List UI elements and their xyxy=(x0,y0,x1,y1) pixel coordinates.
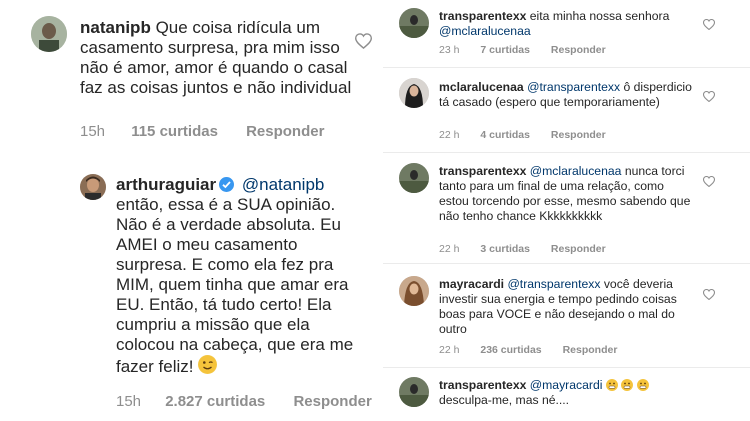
reply-button[interactable]: Responder xyxy=(563,344,618,356)
heart-icon xyxy=(703,176,715,187)
comment-time: 22 h xyxy=(439,129,460,141)
avatar-natanipb[interactable] xyxy=(31,16,67,52)
comment-meta: 22 h 4 curtidas Responder xyxy=(439,129,606,141)
heart-icon xyxy=(703,19,715,30)
heart-icon xyxy=(703,91,715,102)
avatar-arthuraguiar[interactable] xyxy=(80,174,106,200)
like-heart-button[interactable] xyxy=(703,289,715,300)
reply-button[interactable]: Responder xyxy=(551,129,606,141)
likes-count[interactable]: 4 curtidas xyxy=(480,129,530,141)
mention-link[interactable]: @mclaralucenaa xyxy=(439,24,531,38)
verified-badge-icon xyxy=(219,177,235,192)
mention-link[interactable]: @natanipb xyxy=(242,175,325,194)
reply-button[interactable]: Responder xyxy=(293,393,371,410)
comment-meta: 22 h 236 curtidas Responder xyxy=(439,344,617,356)
avatar-transparentexx[interactable] xyxy=(399,163,429,193)
comment-text: eita minha nossa senhora xyxy=(529,9,670,23)
comment-body: transparentexx @mayracardi desculpa-me, … xyxy=(439,378,694,408)
mention-link[interactable]: @transparentexx xyxy=(527,80,620,94)
grimacing-emoji xyxy=(605,379,618,391)
username-link[interactable]: natanipb xyxy=(80,18,151,37)
comment-time: 15h xyxy=(80,123,106,140)
grimacing-emoji xyxy=(636,379,649,391)
avatar-mclaralucenaa[interactable] xyxy=(399,78,429,108)
username-link[interactable]: transparentexx xyxy=(439,378,526,392)
avatar-image xyxy=(399,276,429,306)
avatar-image xyxy=(399,163,429,193)
avatar-transparentexx[interactable] xyxy=(399,8,429,38)
comment-transparentexx-3: transparentexx @mayracardi desculpa-me, … xyxy=(383,370,750,421)
mention-link[interactable]: @mclaralucenaa xyxy=(530,164,622,178)
comment-meta: 15h 115 curtidas Responder xyxy=(80,123,324,140)
comment-body: transparentexx @mclaralucenaa nunca torc… xyxy=(439,164,694,224)
avatar-image xyxy=(399,8,429,38)
comment-body: transparentexx eita minha nossa senhora … xyxy=(439,9,694,39)
like-heart-button[interactable] xyxy=(703,19,715,30)
comment-arthuraguiar: arthuraguiar @natanipb então, essa é a S… xyxy=(0,160,383,421)
heart-icon xyxy=(703,289,715,300)
like-heart-button[interactable] xyxy=(703,176,715,187)
comment-time: 15h xyxy=(116,393,142,410)
left-comments-panel: natanipb Que coisa ridícula um casamento… xyxy=(0,0,383,421)
avatar-image xyxy=(80,174,106,200)
like-heart-button[interactable] xyxy=(703,91,715,102)
grimacing-emoji xyxy=(621,379,634,391)
avatar-mayracardi[interactable] xyxy=(399,276,429,306)
likes-count[interactable]: 3 curtidas xyxy=(480,243,530,255)
reply-button[interactable]: Responder xyxy=(246,123,324,140)
comment-body: mclaralucenaa @transparentexx ô disperdi… xyxy=(439,80,694,110)
likes-count[interactable]: 7 curtidas xyxy=(480,44,530,56)
divider xyxy=(383,367,750,368)
likes-count[interactable]: 115 curtidas xyxy=(131,123,218,140)
right-comments-panel: transparentexx eita minha nossa senhora … xyxy=(383,0,750,421)
avatar-image xyxy=(399,377,429,407)
heart-icon xyxy=(355,33,372,49)
avatar-transparentexx[interactable] xyxy=(399,377,429,407)
username-link[interactable]: mayracardi xyxy=(439,277,504,291)
comment-mayracardi: mayracardi @transparentexx você deveria … xyxy=(383,268,750,368)
comment-body: arthuraguiar @natanipb então, essa é a S… xyxy=(116,175,361,377)
comment-natanipb: natanipb Que coisa ridícula um casamento… xyxy=(0,0,383,160)
reply-button[interactable]: Responder xyxy=(551,44,606,56)
comment-body: natanipb Que coisa ridícula um casamento… xyxy=(80,18,352,98)
like-heart-button[interactable] xyxy=(355,33,372,49)
comment-meta: 15h 2.827 curtidas Responder xyxy=(116,393,372,410)
username-link[interactable]: arthuraguiar xyxy=(116,175,216,194)
comment-text: então, essa é a SUA opinião. Não é a ver… xyxy=(116,195,354,376)
reply-button[interactable]: Responder xyxy=(551,243,606,255)
likes-count[interactable]: 236 curtidas xyxy=(480,344,541,356)
comment-time: 23 h xyxy=(439,44,460,56)
username-link[interactable]: mclaralucenaa xyxy=(439,80,524,94)
comment-time: 22 h xyxy=(439,243,460,255)
mention-link[interactable]: @transparentexx xyxy=(507,277,600,291)
wink-emoji xyxy=(198,355,218,374)
avatar-image xyxy=(399,78,429,108)
divider xyxy=(383,67,750,68)
comment-meta: 23 h 7 curtidas Responder xyxy=(439,44,606,56)
comment-text: desculpa-me, mas né.... xyxy=(439,393,570,407)
comment-body: mayracardi @transparentexx você deveria … xyxy=(439,277,694,337)
username-link[interactable]: transparentexx xyxy=(439,164,526,178)
divider xyxy=(383,152,750,153)
comment-time: 22 h xyxy=(439,344,460,356)
mention-link[interactable]: @mayracardi xyxy=(530,378,603,392)
avatar-image xyxy=(31,16,67,52)
comment-meta: 22 h 3 curtidas Responder xyxy=(439,243,606,255)
divider xyxy=(383,263,750,264)
likes-count[interactable]: 2.827 curtidas xyxy=(165,393,265,410)
comment-mclaralucenaa: mclaralucenaa @transparentexx ô disperdi… xyxy=(383,70,750,150)
comment-transparentexx-1: transparentexx eita minha nossa senhora … xyxy=(383,0,750,66)
comment-transparentexx-2: transparentexx @mclaralucenaa nunca torc… xyxy=(383,155,750,260)
username-link[interactable]: transparentexx xyxy=(439,9,526,23)
